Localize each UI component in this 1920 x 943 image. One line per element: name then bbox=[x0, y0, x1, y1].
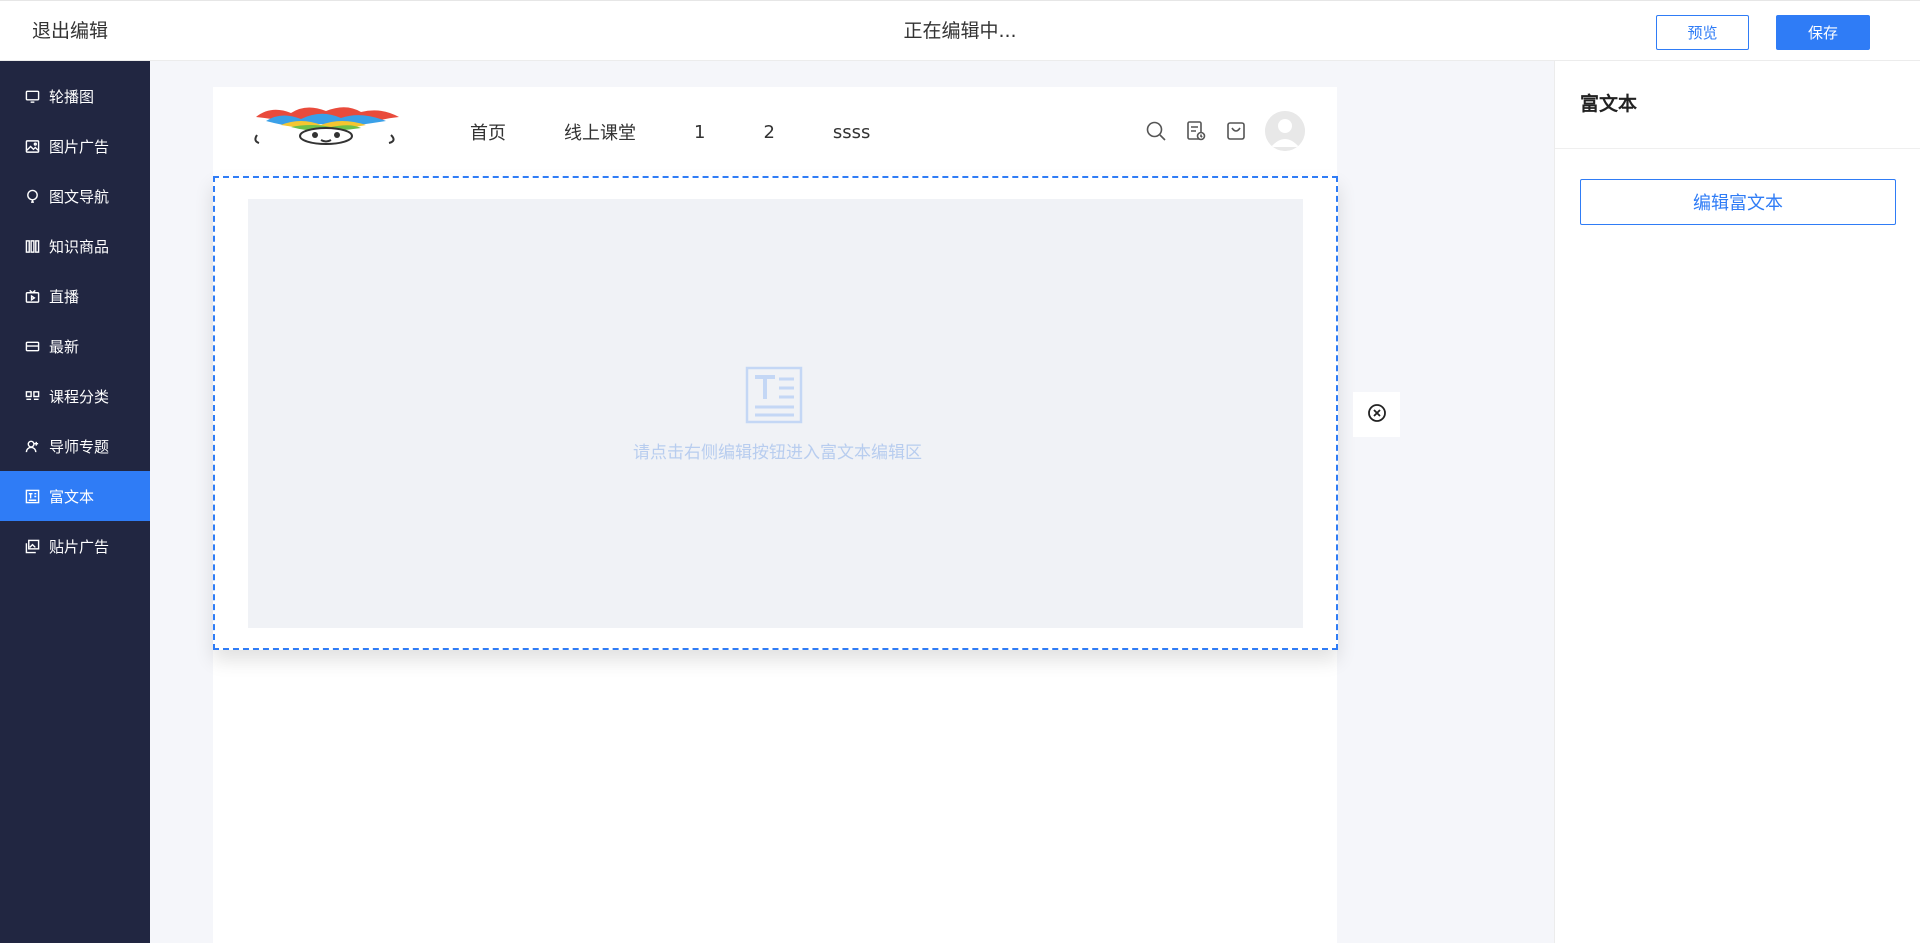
gallery-icon bbox=[24, 538, 40, 554]
close-circle-icon bbox=[1367, 403, 1387, 427]
site-nav: 首页 线上课堂 1 2 ssss bbox=[470, 87, 928, 177]
avatar[interactable] bbox=[1265, 111, 1305, 151]
cart-icon[interactable] bbox=[1225, 120, 1247, 142]
sidebar-item-label: 图片广告 bbox=[49, 137, 110, 156]
richtext-icon bbox=[24, 488, 40, 504]
sidebar-item-patch-ad[interactable]: 贴片广告 bbox=[0, 521, 150, 571]
sidebar-item-label: 最新 bbox=[49, 337, 80, 356]
settings-panel: 富文本 编辑富文本 bbox=[1554, 61, 1920, 943]
sidebar-item-carousel[interactable]: 轮播图 bbox=[0, 71, 150, 121]
sidebar-item-rich-text[interactable]: 富文本 bbox=[0, 471, 150, 521]
nav-item-1[interactable]: 1 bbox=[694, 122, 705, 143]
site-header-icons bbox=[1127, 111, 1305, 151]
sidebar-item-label: 贴片广告 bbox=[49, 537, 110, 556]
nav-item-online-class[interactable]: 线上课堂 bbox=[564, 119, 636, 145]
editing-status: 正在编辑中... bbox=[903, 20, 1017, 42]
search-icon[interactable] bbox=[1145, 120, 1167, 142]
sidebar-item-label: 导师专题 bbox=[49, 437, 110, 456]
site-logo bbox=[251, 103, 401, 147]
nav-item-2[interactable]: 2 bbox=[763, 122, 774, 143]
rich-text-placeholder-text: 请点击右侧编辑按钮进入富文本编辑区 bbox=[633, 443, 922, 463]
card-icon bbox=[24, 338, 40, 354]
nav-item-ssss[interactable]: ssss bbox=[833, 122, 871, 143]
orders-icon[interactable] bbox=[1185, 120, 1207, 142]
sidebar-item-label: 图文导航 bbox=[49, 187, 110, 206]
sidebar-item-graphic-nav[interactable]: 图文导航 bbox=[0, 171, 150, 221]
monitor-icon bbox=[24, 88, 40, 104]
sidebar-item-tutor-topic[interactable]: 导师专题 bbox=[0, 421, 150, 471]
sidebar-item-knowledge-goods[interactable]: 知识商品 bbox=[0, 221, 150, 271]
sidebar-item-label: 知识商品 bbox=[49, 237, 110, 256]
panel-title: 富文本 bbox=[1580, 93, 1638, 115]
sidebar-item-label: 轮播图 bbox=[49, 87, 95, 106]
save-button[interactable]: 保存 bbox=[1776, 15, 1870, 50]
image-icon bbox=[24, 138, 40, 154]
sidebar-item-course-category[interactable]: 课程分类 bbox=[0, 371, 150, 421]
tv-icon bbox=[24, 288, 40, 304]
books-icon bbox=[24, 238, 40, 254]
sidebar-item-label: 富文本 bbox=[49, 487, 95, 506]
balloon-icon bbox=[24, 188, 40, 204]
text-document-icon bbox=[745, 366, 803, 424]
edit-rich-text-button[interactable]: 编辑富文本 bbox=[1580, 179, 1896, 225]
component-sidebar: 轮播图 图片广告 图文导航 知识商品 直播 最新 课程分类 导师专题 富文本 贴… bbox=[0, 61, 150, 943]
nav-item-home[interactable]: 首页 bbox=[470, 119, 506, 145]
sidebar-item-latest[interactable]: 最新 bbox=[0, 321, 150, 371]
sidebar-item-image-ad[interactable]: 图片广告 bbox=[0, 121, 150, 171]
sidebar-item-label: 直播 bbox=[49, 287, 80, 306]
preview-button[interactable]: 预览 bbox=[1656, 15, 1749, 50]
sidebar-item-live[interactable]: 直播 bbox=[0, 271, 150, 321]
rich-text-block[interactable]: 请点击右侧编辑按钮进入富文本编辑区 bbox=[213, 176, 1338, 650]
delete-component-button[interactable] bbox=[1353, 392, 1400, 437]
exit-edit-link[interactable]: 退出编辑 bbox=[32, 1, 108, 62]
top-bar: 退出编辑 正在编辑中... 预览 保存 bbox=[0, 0, 1920, 61]
sidebar-item-label: 课程分类 bbox=[49, 387, 110, 406]
panel-divider bbox=[1555, 148, 1920, 149]
rich-text-placeholder-area bbox=[248, 199, 1303, 628]
user-icon bbox=[24, 438, 40, 454]
site-header: 首页 线上课堂 1 2 ssss bbox=[213, 87, 1337, 177]
category-icon bbox=[24, 388, 40, 404]
